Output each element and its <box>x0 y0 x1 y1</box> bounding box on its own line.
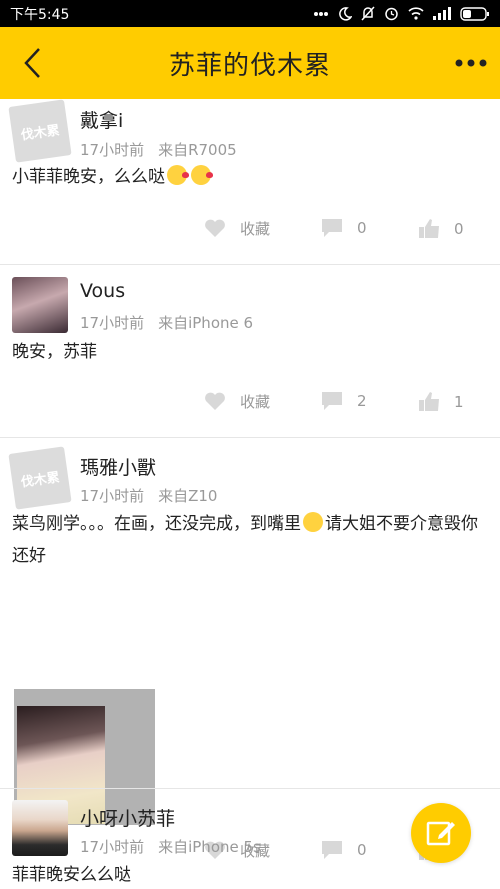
post-username[interactable]: 小呀小苏菲 <box>80 804 175 831</box>
edit-icon <box>426 821 455 846</box>
favorite-button[interactable]: 收藏 <box>204 391 270 412</box>
thumbs-up-icon <box>419 392 439 411</box>
post-time: 17小时前 <box>80 314 145 332</box>
post-content: 菜鸟刚学。。。在画，还没完成，到嘴里 请大姐不要介意毁你还好 <box>12 508 488 572</box>
status-time: 下午5:45 <box>10 6 70 23</box>
like-count: 0 <box>454 219 464 238</box>
avatar[interactable]: 伐木累 <box>8 446 72 510</box>
favorite-label: 收藏 <box>240 393 271 411</box>
comment-button[interactable]: 0 <box>321 218 367 238</box>
like-button[interactable]: 1 <box>418 391 464 412</box>
alarm-icon <box>384 6 399 21</box>
favorite-button[interactable]: 收藏 <box>204 218 270 239</box>
avatar-logo-text: 伐木累 <box>19 469 61 491</box>
post-meta: 17小时前 来自R7005 <box>80 139 237 160</box>
post-actions: 收藏 2 1 <box>0 391 500 421</box>
post-item: 伐木累 瑪雅小獸 17小时前 来自Z10 菜鸟刚学。。。在画，还没完成，到嘴里请… <box>0 438 500 860</box>
post-username[interactable]: 戴拿i <box>80 106 123 133</box>
post-time: 17小时前 <box>80 487 145 505</box>
post-item: 伐木累 戴拿i 17小时前 来自R7005 小菲菲晚安，么么哒 收藏 0 0 <box>0 99 500 264</box>
post-text: 小菲菲晚安，么么哒 <box>12 167 165 187</box>
post-content: 小菲菲晚安，么么哒 <box>12 161 488 193</box>
more-button[interactable] <box>454 47 488 79</box>
status-icons <box>313 6 490 21</box>
thumbs-up-icon <box>419 219 439 238</box>
more-dots-icon <box>313 11 329 17</box>
comment-icon <box>322 392 342 410</box>
mute-icon <box>361 6 375 21</box>
kiss-emoji-icon <box>191 165 213 185</box>
comment-count: 2 <box>357 392 367 410</box>
post-source: 来自Z10 <box>158 487 218 505</box>
post-text: 菜鸟刚学。。。在画，还没完成，到嘴里 <box>12 514 301 534</box>
post-item: Vous 17小时前 来自iPhone 6 晚安，苏菲 收藏 2 1 <box>0 265 500 437</box>
battery-icon <box>460 6 490 21</box>
avatar[interactable]: 伐木累 <box>8 99 72 163</box>
back-button[interactable] <box>14 45 50 81</box>
post-username[interactable]: Vous <box>80 280 125 302</box>
comment-count: 0 <box>357 219 367 237</box>
compose-button[interactable] <box>411 803 471 863</box>
post-feed: 伐木累 戴拿i 17小时前 来自R7005 小菲菲晚安，么么哒 收藏 0 0 V… <box>0 99 500 889</box>
grin-emoji-icon <box>303 512 323 532</box>
chevron-left-icon <box>24 48 40 78</box>
avatar[interactable] <box>12 277 68 333</box>
avatar-logo-text: 伐木累 <box>19 122 61 144</box>
post-time: 17小时前 <box>80 838 145 856</box>
moon-icon <box>338 6 352 21</box>
signal-icon <box>433 7 451 20</box>
post-source: 来自iPhone 5s <box>158 838 261 856</box>
comment-button[interactable]: 2 <box>321 391 367 411</box>
post-meta: 17小时前 来自iPhone 5s <box>80 836 261 857</box>
more-icon <box>455 59 487 67</box>
kiss-emoji-icon <box>167 165 189 185</box>
page-title: 苏菲的伐木累 <box>168 50 331 81</box>
post-text: 菲菲晚安么么哒 <box>12 865 131 885</box>
post-meta: 17小时前 来自Z10 <box>80 485 217 506</box>
favorite-label: 收藏 <box>240 220 271 238</box>
post-content: 菲菲晚安么么哒 <box>12 859 488 889</box>
post-username[interactable]: 瑪雅小獸 <box>80 453 156 480</box>
status-bar: 下午5:45 <box>0 0 500 27</box>
post-text: 晚安，苏菲 <box>12 342 97 362</box>
app-header: 苏菲的伐木累 <box>0 27 500 99</box>
post-actions: 收藏 0 0 <box>0 218 500 248</box>
heart-icon <box>205 219 225 237</box>
heart-icon <box>205 392 225 410</box>
post-source: 来自iPhone 6 <box>158 314 254 332</box>
like-count: 1 <box>454 392 464 411</box>
post-content: 晚安，苏菲 <box>12 336 488 368</box>
post-source: 来自R7005 <box>158 141 237 159</box>
comment-icon <box>322 219 342 237</box>
post-time: 17小时前 <box>80 141 145 159</box>
like-button[interactable]: 0 <box>418 218 464 239</box>
post-meta: 17小时前 来自iPhone 6 <box>80 312 253 333</box>
wifi-icon <box>408 7 424 20</box>
avatar[interactable] <box>12 800 68 856</box>
